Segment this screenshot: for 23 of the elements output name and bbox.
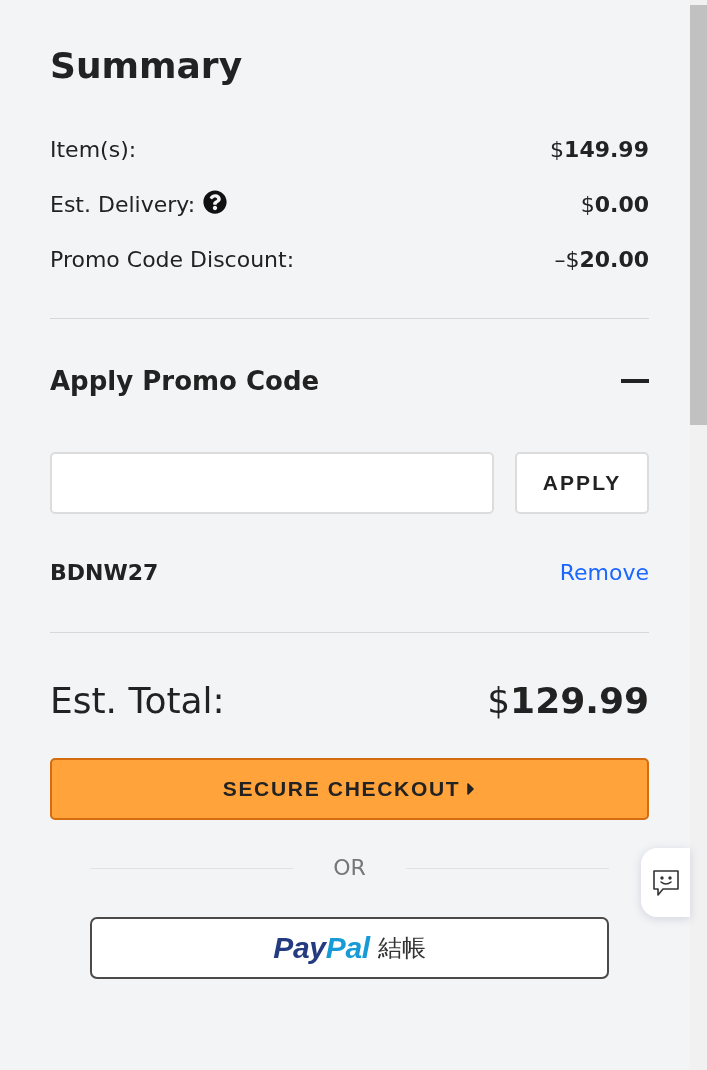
total-label: Est. Total:	[50, 679, 225, 723]
summary-label: Item(s):	[50, 135, 137, 164]
paypal-logo: PayPal	[273, 931, 370, 965]
scrollbar-thumb[interactable]	[690, 5, 707, 425]
summary-label: Promo Code Discount:	[50, 245, 295, 274]
help-icon[interactable]	[203, 189, 228, 214]
summary-title: Summary	[50, 44, 243, 88]
total-value: $129.99	[487, 679, 649, 723]
paypal-checkout-button[interactable]: PayPal 結帳	[90, 917, 609, 979]
chat-widget-button[interactable]	[641, 848, 690, 917]
summary-value: $0.00	[580, 190, 649, 219]
summary-value: $149.99	[550, 135, 649, 164]
remove-link[interactable]: Remove	[559, 559, 649, 587]
promo-section-title: Apply Promo Code	[50, 365, 320, 398]
apply-button[interactable]: APPLY	[515, 452, 649, 514]
smiley-speech-bubble-icon	[650, 867, 681, 898]
applied-promo-code: BDNW27	[50, 559, 159, 587]
summary-label: Est. Delivery:	[50, 190, 196, 219]
or-separator-text: OR	[332, 854, 367, 882]
summary-value: –$20.00	[554, 245, 649, 274]
secure-checkout-button[interactable]: SECURE CHECKOUT	[50, 758, 649, 820]
promo-code-input[interactable]	[50, 452, 494, 514]
paypal-checkout-label: 結帳	[377, 933, 426, 964]
